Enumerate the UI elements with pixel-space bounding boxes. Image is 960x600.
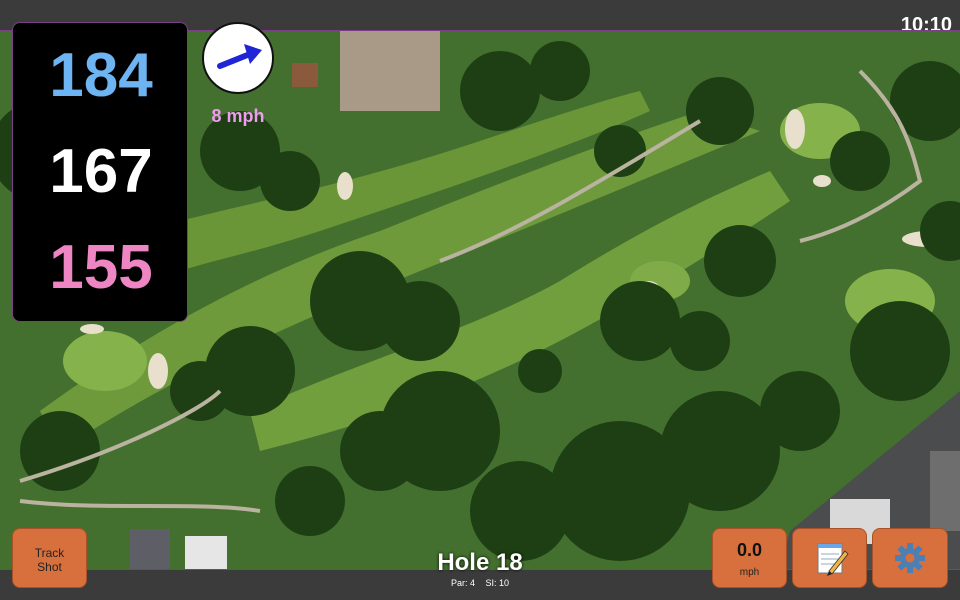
middle-distance: 167 [49, 137, 153, 206]
settings-button[interactable] [872, 528, 948, 588]
gear-icon [895, 543, 925, 573]
wind-arrow-icon [217, 44, 262, 69]
track-shot-label-line1: Track [34, 546, 65, 560]
hole-info: Par: 4 SI: 10 [380, 578, 580, 588]
wind-indicator [202, 22, 274, 94]
speed-value: 0.0 [736, 540, 763, 560]
par-label: Par: 4 [450, 578, 475, 588]
track-shot-button[interactable]: Track Shot [12, 528, 87, 588]
back-distance: 184 [49, 41, 153, 110]
notepad-icon [817, 543, 849, 576]
speed-unit: mph [739, 567, 760, 578]
speed-button[interactable]: 0.0 mph [712, 528, 787, 588]
front-distance: 155 [49, 233, 153, 302]
wind-speed: 8 mph [211, 106, 265, 126]
track-shot-label-line2: Shot [37, 560, 62, 574]
yardage-panel: 184 167 155 [12, 22, 188, 322]
notes-button[interactable] [792, 528, 867, 588]
stroke-index-label: SI: 10 [485, 578, 510, 588]
hole-title: Hole 18 [437, 549, 523, 576]
